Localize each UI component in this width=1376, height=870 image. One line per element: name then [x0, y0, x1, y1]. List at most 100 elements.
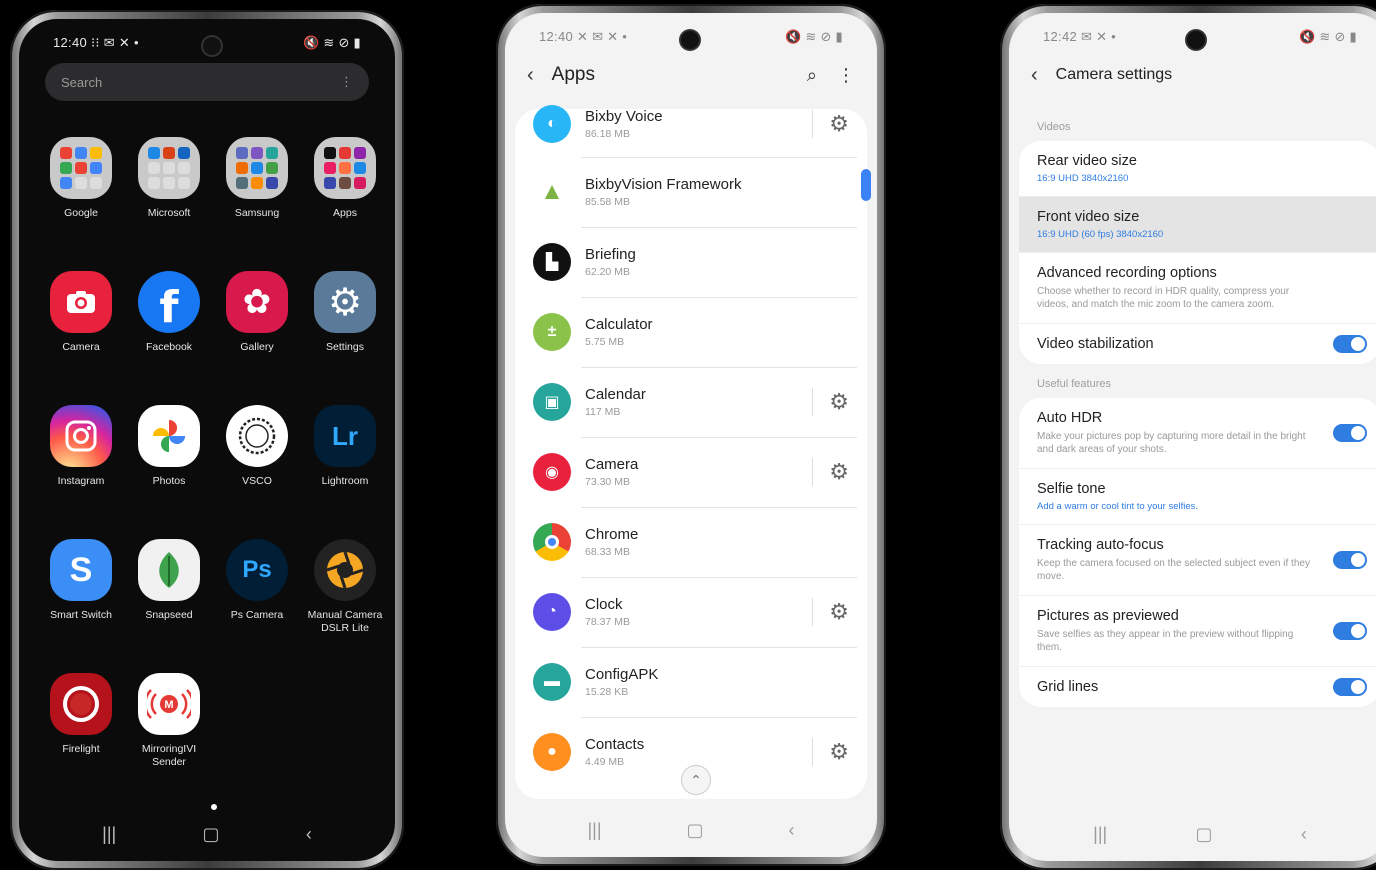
auto-hdr-setting[interactable]: Auto HDR Make your pictures pop by captu… [1019, 398, 1376, 469]
folder-microsoft[interactable]: Microsoft [125, 137, 213, 249]
configapk-icon: ▬ [533, 663, 571, 701]
home-button[interactable]: ▢ [1196, 824, 1213, 845]
app-name: Calculator [585, 316, 653, 333]
pictures-as-previewed-setting[interactable]: Pictures as previewed Save selfies as th… [1019, 596, 1376, 667]
app-firelight[interactable]: Firelight [37, 673, 125, 785]
grid-lines-toggle[interactable] [1333, 678, 1367, 696]
selfie-tone-setting[interactable]: Selfie tone Add a warm or cool tint to y… [1019, 469, 1376, 525]
nav-bar: ||| ▢ ‹ [505, 815, 877, 845]
app-drawer-screen: 12:40 ⁝⁝ ✉ ✕ • 🔇 ≋ ⊘ ▮ Search ⋮ Google M… [19, 19, 395, 861]
advanced-recording-setting[interactable]: Advanced recording options Choose whethe… [1019, 253, 1376, 324]
list-item-briefing[interactable]: ▙ Briefing 62.20 MB [519, 227, 861, 297]
folder-google[interactable]: Google [37, 137, 125, 249]
firelight-icon [50, 673, 112, 735]
list-item-configapk[interactable]: ▬ ConfigAPK 15.28 KB [519, 647, 861, 717]
app-manual-camera[interactable]: Manual Camera DSLR Lite [301, 539, 389, 651]
aperture-icon [314, 539, 376, 601]
auto-hdr-toggle[interactable] [1333, 424, 1367, 442]
video-stabilization-setting[interactable]: Video stabilization [1019, 324, 1376, 364]
app-vsco[interactable]: VSCO [213, 405, 301, 517]
app-snapseed[interactable]: Snapseed [125, 539, 213, 651]
apps-list: ◐ Bixby Voice 86.18 MB ⚙ ▲ BixbyVision Fr… [519, 91, 861, 819]
back-arrow-icon[interactable]: ‹ [527, 64, 534, 87]
app-gallery[interactable]: ✿ Gallery [213, 271, 301, 383]
pictures-as-previewed-toggle[interactable] [1333, 622, 1367, 640]
list-item-calendar[interactable]: ▣ Calendar 117 MB ⚙ [519, 367, 861, 437]
app-ps-camera[interactable]: Ps Ps Camera [213, 539, 301, 651]
app-bar: ‹ Camera settings [1031, 57, 1369, 93]
app-label: MirroringIVI Sender [141, 743, 197, 768]
setting-title: Video stabilization [1037, 336, 1154, 352]
search-icon[interactable]: ⌕ [807, 65, 817, 86]
back-button[interactable]: ‹ [306, 824, 312, 845]
more-options-icon[interactable]: ⋮ [837, 65, 855, 86]
app-label: Settings [326, 341, 364, 353]
apps-folder-icon [314, 137, 376, 199]
list-item-bixby-voice[interactable]: ◐ Bixby Voice 86.18 MB ⚙ [519, 91, 861, 157]
instagram-icon [50, 405, 112, 467]
tracking-autofocus-setting[interactable]: Tracking auto-focus Keep the camera focu… [1019, 525, 1376, 596]
app-facebook[interactable]: f Facebook [125, 271, 213, 383]
front-video-size-setting[interactable]: Front video size 16:9 UHD (60 fps) 3840x… [1019, 197, 1376, 253]
setting-title: Rear video size [1037, 153, 1137, 169]
setting-title: Selfie tone [1037, 481, 1106, 497]
list-item-camera[interactable]: ◉ Camera 73.30 MB ⚙ [519, 437, 861, 507]
recents-button[interactable]: ||| [587, 820, 601, 841]
gear-icon[interactable]: ⚙ [812, 738, 849, 766]
app-smart-switch[interactable]: S Smart Switch [37, 539, 125, 651]
bixby-voice-icon: ◐ [533, 105, 571, 143]
more-options-icon[interactable]: ⋮ [340, 74, 353, 90]
chrome-icon [533, 523, 571, 561]
rear-video-size-setting[interactable]: Rear video size 16:9 UHD 3840x2160 [1019, 141, 1376, 197]
app-name: Calendar [585, 386, 646, 403]
app-mirroring-sender[interactable]: M MirroringIVI Sender [125, 673, 213, 785]
setting-value: Add a warm or cool tint to your selfies. [1037, 501, 1199, 512]
search-bar[interactable]: Search ⋮ [45, 63, 369, 101]
grid-lines-setting[interactable]: Grid lines [1019, 667, 1376, 707]
status-system-icons: 🔇 ≋ ⊘ ▮ [302, 35, 361, 50]
gear-icon[interactable]: ⚙ [812, 388, 849, 416]
vsco-icon [226, 405, 288, 467]
status-system-icons: 🔇 ≋ ⊘ ▮ [1298, 29, 1357, 44]
gear-icon[interactable]: ⚙ [812, 598, 849, 626]
status-notification-icons: ✕ ✉ ✕ • [576, 29, 628, 44]
recents-button[interactable]: ||| [1093, 824, 1107, 845]
camera-punch-hole [203, 37, 221, 55]
list-item-calculator[interactable]: ± Calculator 5.75 MB [519, 297, 861, 367]
scrollbar-thumb[interactable] [861, 169, 871, 201]
list-item-clock[interactable]: ◔ Clock 78.37 MB ⚙ [519, 577, 861, 647]
home-button[interactable]: ▢ [203, 824, 220, 845]
setting-description: Make your pictures pop by capturing more… [1037, 431, 1306, 455]
scroll-to-top-button[interactable]: ⌃ [681, 765, 711, 795]
recents-button[interactable]: ||| [102, 824, 116, 845]
app-label: Samsung [234, 207, 280, 219]
list-item-chrome[interactable]: Chrome 68.33 MB [519, 507, 861, 577]
setting-title: Auto HDR [1037, 410, 1103, 426]
back-arrow-icon[interactable]: ‹ [1031, 64, 1038, 87]
app-label: Instagram [57, 475, 105, 487]
app-size: 86.18 MB [585, 128, 630, 140]
folder-apps[interactable]: Apps [301, 137, 389, 249]
app-lightroom[interactable]: Lr Lightroom [301, 405, 389, 517]
home-button[interactable]: ▢ [687, 820, 704, 841]
video-stabilization-toggle[interactable] [1333, 335, 1367, 353]
folder-samsung[interactable]: Samsung [213, 137, 301, 249]
gear-icon[interactable]: ⚙ [812, 110, 849, 138]
app-camera[interactable]: Camera [37, 271, 125, 383]
app-settings[interactable]: ⚙ Settings [301, 271, 389, 383]
app-size: 5.75 MB [585, 336, 625, 348]
app-label: Snapseed [145, 609, 193, 621]
tracking-autofocus-toggle[interactable] [1333, 551, 1367, 569]
app-instagram[interactable]: Instagram [37, 405, 125, 517]
back-button[interactable]: ‹ [1301, 824, 1307, 845]
app-photos[interactable]: Photos [125, 405, 213, 517]
microsoft-folder-icon [138, 137, 200, 199]
app-size: 117 MB [585, 406, 621, 418]
status-time: 12:42 [1043, 29, 1078, 44]
gear-icon[interactable]: ⚙ [812, 458, 849, 486]
section-header-videos: Videos [1037, 121, 1071, 133]
setting-description: Keep the camera focused on the selected … [1037, 558, 1310, 582]
list-item-bixbyvision[interactable]: ▲ BixbyVision Framework 85.58 MB [519, 157, 861, 227]
app-label: Firelight [62, 743, 100, 755]
back-button[interactable]: ‹ [789, 820, 795, 841]
